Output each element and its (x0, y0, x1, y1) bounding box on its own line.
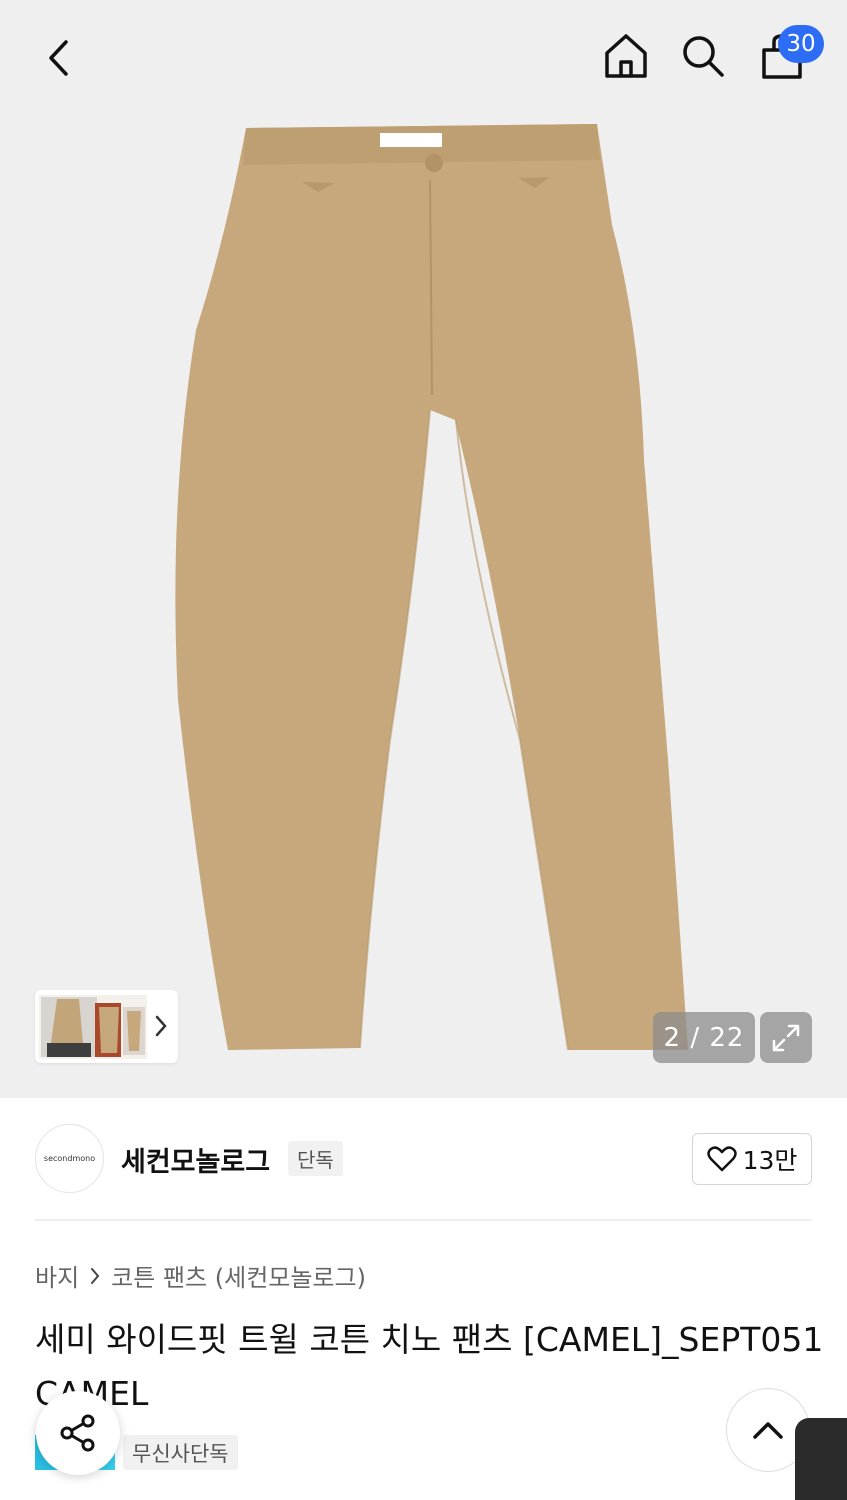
top-navigation-bar: 30 (0, 0, 847, 110)
musinsa-exclusive-badge: 무신사단독 (123, 1435, 238, 1470)
brand-logo[interactable]: secondmono (35, 1124, 104, 1193)
share-icon (60, 1414, 95, 1452)
divider (35, 1219, 812, 1221)
chevron-up-icon (753, 1422, 783, 1439)
search-icon (683, 36, 724, 77)
chevron-right-icon (155, 1015, 167, 1037)
like-count: 13만 (742, 1146, 798, 1175)
exclusive-tag: 단독 (288, 1141, 343, 1176)
chevron-right-icon (91, 1267, 100, 1284)
floating-panel-edge[interactable] (795, 1418, 847, 1500)
like-button[interactable]: 13만 (692, 1133, 812, 1185)
breadcrumb-subcategory[interactable]: 코튼 팬츠 (세컨모놀로그) (111, 1258, 366, 1293)
product-image-gallery[interactable]: 30 2 / 22 (0, 0, 847, 1098)
expand-button[interactable] (760, 1012, 812, 1063)
thumbnail-strip[interactable] (35, 990, 178, 1063)
heart-icon (706, 1146, 737, 1172)
product-image (175, 124, 689, 1051)
share-button[interactable] (36, 1391, 120, 1475)
image-counter: 2 / 22 (653, 1012, 755, 1063)
home-button[interactable] (596, 26, 656, 86)
back-button[interactable] (30, 28, 90, 88)
brand-name[interactable]: 세컨모놀로그 (121, 1140, 270, 1179)
chevron-left-icon (49, 40, 68, 76)
breadcrumb: 바지 코튼 팬츠 (세컨모놀로그) (35, 1258, 366, 1293)
thumbnail-preview (39, 994, 147, 1059)
search-button[interactable] (673, 26, 733, 86)
breadcrumb-category[interactable]: 바지 (35, 1258, 79, 1293)
home-icon (605, 34, 647, 78)
expand-icon (772, 1024, 800, 1051)
product-title: 세미 와이드핏 트윌 코튼 치노 팬츠 [CAMEL]_SEPT051CAMEL (35, 1320, 824, 1413)
cart-count-badge: 30 (778, 25, 824, 63)
brand-row: secondmono 세컨모놀로그 단독 13만 (35, 1124, 812, 1194)
